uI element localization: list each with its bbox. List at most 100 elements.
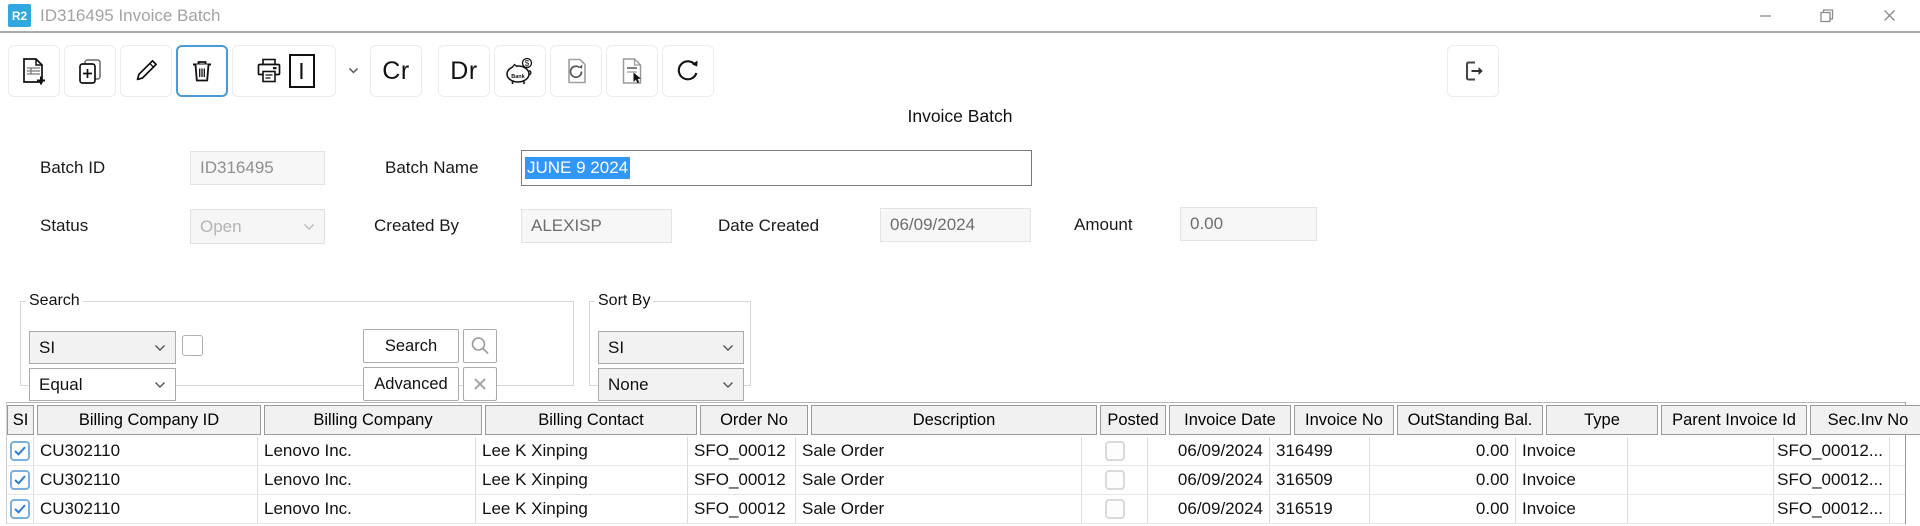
- row-select-checkbox[interactable]: [10, 441, 30, 461]
- search-button-label: Search: [385, 337, 437, 356]
- cell-billing_contact: Lee K Xinping: [476, 437, 688, 465]
- cell-outstanding_bal: 0.00: [1370, 495, 1516, 523]
- restore-icon: [1819, 8, 1835, 24]
- column-header-posted[interactable]: Posted: [1100, 405, 1166, 435]
- posted-checkbox[interactable]: [1105, 499, 1125, 519]
- debit-label: Dr: [450, 57, 477, 86]
- table-row[interactable]: CU302110Lenovo Inc.Lee K XinpingSFO_0001…: [7, 466, 1905, 495]
- sortby-groupbox: Sort By SI None: [589, 292, 751, 386]
- chevron-down-icon: [722, 344, 734, 352]
- exit-button[interactable]: [1447, 45, 1499, 97]
- cell-type: Invoice: [1516, 466, 1628, 494]
- search-operator-dropdown[interactable]: Equal: [29, 368, 176, 401]
- status-value: Open: [200, 217, 242, 237]
- delete-trash-icon: [188, 57, 216, 85]
- grid-body: CU302110Lenovo Inc.Lee K XinpingSFO_0001…: [7, 437, 1905, 524]
- column-header-outstanding_bal[interactable]: OutStanding Bal.: [1397, 405, 1543, 435]
- invoice-grid: SIBilling Company IDBilling CompanyBilli…: [6, 402, 1906, 524]
- cell-posted: [1082, 495, 1148, 523]
- column-header-billing_company[interactable]: Billing Company: [264, 405, 482, 435]
- column-header-type[interactable]: Type: [1546, 405, 1658, 435]
- cell-order_no: SFO_00012: [688, 437, 796, 465]
- table-row[interactable]: CU302110Lenovo Inc.Lee K XinpingSFO_0001…: [7, 437, 1905, 466]
- search-filter-checkbox[interactable]: [182, 335, 203, 356]
- status-dropdown[interactable]: Open: [190, 209, 325, 244]
- sort-direction-value: None: [608, 375, 649, 395]
- svg-text:$: $: [525, 59, 530, 68]
- column-header-si[interactable]: SI: [7, 405, 34, 435]
- minimize-button[interactable]: [1734, 0, 1796, 31]
- clear-x-icon: [472, 376, 488, 392]
- chevron-down-icon: [303, 223, 315, 231]
- column-header-description[interactable]: Description: [811, 405, 1097, 435]
- batch-id-label: Batch ID: [40, 151, 105, 185]
- history-button[interactable]: [550, 45, 602, 97]
- magnifier-icon: [469, 335, 491, 357]
- refresh-button[interactable]: [662, 45, 714, 97]
- new-invoice-button[interactable]: [8, 45, 60, 97]
- cell-order_no: SFO_00012: [688, 466, 796, 494]
- cell-invoice_no: 316499: [1270, 437, 1370, 465]
- advanced-button-label: Advanced: [374, 375, 447, 394]
- advanced-button[interactable]: Advanced: [363, 367, 459, 401]
- restore-button[interactable]: [1796, 0, 1858, 31]
- app-logo: R2: [8, 4, 31, 27]
- posted-checkbox[interactable]: [1105, 470, 1125, 490]
- chevron-down-icon: [722, 381, 734, 389]
- created-by-field: ALEXISP: [521, 209, 672, 243]
- cell-posted: [1082, 466, 1148, 494]
- invoice-letter-badge: I: [289, 54, 315, 88]
- credit-button[interactable]: Cr: [370, 45, 422, 97]
- invoice-batch-window: R2 ID316495 Invoice Batch: [0, 0, 1920, 526]
- row-select-checkbox[interactable]: [10, 499, 30, 519]
- print-menu-button[interactable]: [340, 45, 366, 97]
- page-title: Invoice Batch: [0, 106, 1920, 127]
- cell-billing_company: Lenovo Inc.: [258, 466, 476, 494]
- batch-name-input[interactable]: JUNE 9 2024: [521, 150, 1032, 186]
- column-header-sec_inv_no[interactable]: Sec.Inv No: [1810, 405, 1920, 435]
- search-button[interactable]: Search: [363, 329, 459, 363]
- close-button[interactable]: [1858, 0, 1920, 31]
- debit-button[interactable]: Dr: [438, 45, 490, 97]
- cell-description: Sale Order: [796, 495, 1082, 523]
- cell-billing_contact: Lee K Xinping: [476, 495, 688, 523]
- piggy-bank-icon: $Bank: [503, 55, 537, 87]
- minimize-icon: [1758, 8, 1773, 23]
- sort-direction-dropdown[interactable]: None: [598, 368, 744, 401]
- date-created-label: Date Created: [718, 209, 819, 243]
- column-header-invoice_no[interactable]: Invoice No: [1294, 405, 1394, 435]
- cell-parent_invoice_id: [1628, 495, 1774, 523]
- sortby-groupbox-title: Sort By: [595, 292, 653, 310]
- column-header-billing_contact[interactable]: Billing Contact: [485, 405, 697, 435]
- cell-type: Invoice: [1516, 437, 1628, 465]
- search-groupbox: Search SI Equal Search Advanced: [20, 292, 574, 386]
- edit-button[interactable]: [120, 45, 172, 97]
- column-header-order_no[interactable]: Order No: [700, 405, 808, 435]
- magnifier-button[interactable]: [463, 329, 497, 363]
- search-groupbox-title: Search: [26, 292, 83, 310]
- new-invoice-icon: [19, 56, 49, 86]
- bank-button[interactable]: $Bank: [494, 45, 546, 97]
- chevron-down-icon: [154, 381, 166, 389]
- column-header-billing_company_id[interactable]: Billing Company ID: [37, 405, 261, 435]
- print-invoice-button[interactable]: I: [232, 45, 336, 97]
- table-row[interactable]: CU302110Lenovo Inc.Lee K XinpingSFO_0001…: [7, 495, 1905, 524]
- row-select-checkbox[interactable]: [10, 470, 30, 490]
- copy-button[interactable]: [64, 45, 116, 97]
- titlebar: R2 ID316495 Invoice Batch: [0, 0, 1920, 33]
- delete-button[interactable]: [176, 45, 228, 97]
- close-icon: [1882, 8, 1897, 23]
- cell-sec_inv_no: SFO_00012...: [1774, 495, 1890, 523]
- posted-checkbox[interactable]: [1105, 441, 1125, 461]
- select-invoice-button[interactable]: [606, 45, 658, 97]
- clear-button[interactable]: [463, 367, 497, 401]
- refresh-icon: [673, 56, 703, 86]
- search-field-dropdown[interactable]: SI: [29, 331, 176, 364]
- column-header-invoice_date[interactable]: Invoice Date: [1169, 405, 1291, 435]
- status-label: Status: [40, 209, 88, 243]
- cell-outstanding_bal: 0.00: [1370, 437, 1516, 465]
- column-header-parent_invoice_id[interactable]: Parent Invoice Id: [1661, 405, 1807, 435]
- cell-sec_inv_no: SFO_00012...: [1774, 437, 1890, 465]
- checkmark-icon: [14, 504, 26, 514]
- sort-field-dropdown[interactable]: SI: [598, 331, 744, 364]
